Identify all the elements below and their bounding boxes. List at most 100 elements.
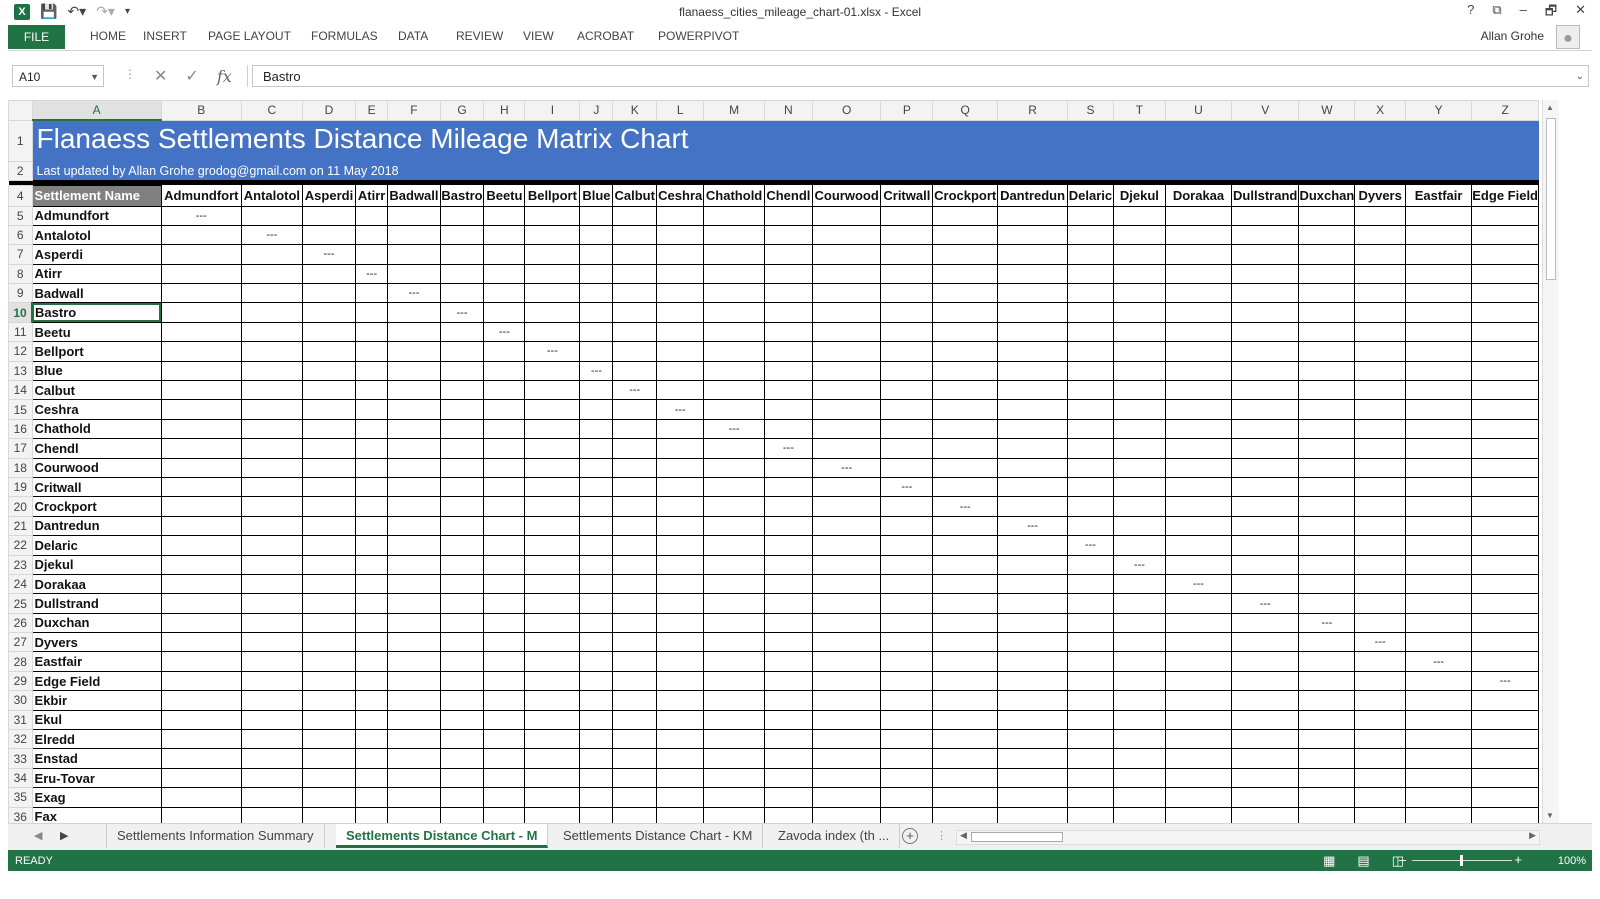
distance-cell[interactable]	[440, 264, 485, 285]
distance-cell[interactable]	[1231, 807, 1300, 823]
distance-cell[interactable]	[1113, 535, 1167, 556]
distance-cell[interactable]	[1165, 438, 1232, 459]
distance-cell[interactable]	[656, 496, 705, 517]
distance-cell[interactable]	[1298, 671, 1356, 692]
customize-qat-icon[interactable]: ▾	[125, 6, 130, 17]
distance-cell[interactable]	[161, 632, 242, 653]
distance-cell[interactable]	[932, 264, 999, 285]
settlement-row-name[interactable]: Chendl	[32, 438, 162, 459]
column-name-2[interactable]: Antalotol	[241, 185, 303, 207]
distance-cell[interactable]	[241, 574, 303, 595]
diagonal-cell[interactable]: ---	[355, 264, 389, 285]
row-header-26[interactable]: 26	[8, 612, 33, 634]
distance-cell[interactable]	[812, 807, 882, 823]
settlement-name-header[interactable]: Settlement Name	[31, 184, 162, 207]
distance-cell[interactable]	[1113, 458, 1167, 478]
distance-cell[interactable]	[656, 438, 705, 459]
distance-cell[interactable]	[1067, 710, 1114, 731]
formula-input[interactable]: Bastro ⌄	[252, 65, 1589, 87]
row-header-34[interactable]: 34	[8, 767, 33, 789]
distance-cell[interactable]	[1354, 768, 1406, 789]
distance-cell[interactable]	[656, 419, 705, 440]
column-name-11[interactable]: Ceshra	[656, 185, 705, 207]
distance-cell[interactable]	[387, 787, 441, 808]
row-header-17[interactable]: 17	[8, 438, 33, 459]
distance-cell[interactable]	[524, 225, 581, 246]
distance-cell[interactable]	[1165, 341, 1232, 362]
insert-function-icon[interactable]: fx	[217, 67, 232, 86]
distance-cell[interactable]	[880, 322, 934, 343]
distance-cell[interactable]	[997, 729, 1069, 750]
distance-cell[interactable]	[703, 302, 765, 323]
distance-cell[interactable]	[524, 787, 581, 808]
distance-cell[interactable]	[812, 322, 882, 343]
distance-cell[interactable]	[302, 380, 357, 401]
distance-cell[interactable]	[1405, 438, 1473, 459]
distance-cell[interactable]	[1231, 361, 1300, 382]
distance-cell[interactable]	[440, 593, 485, 614]
distance-cell[interactable]	[1165, 322, 1232, 343]
settlement-row-name[interactable]: Bellport	[32, 341, 162, 362]
distance-cell[interactable]	[241, 341, 303, 362]
distance-cell[interactable]	[1471, 341, 1539, 362]
distance-cell[interactable]	[241, 244, 303, 265]
diagonal-cell[interactable]: ---	[932, 496, 999, 517]
distance-cell[interactable]	[1405, 419, 1473, 440]
distance-cell[interactable]	[1231, 438, 1300, 459]
distance-cell[interactable]	[997, 574, 1069, 595]
distance-cell[interactable]	[1067, 283, 1114, 304]
distance-cell[interactable]	[1471, 302, 1539, 323]
horizontal-scrollbar[interactable]: ◀ ▶	[956, 830, 1540, 845]
distance-cell[interactable]	[1298, 225, 1356, 246]
distance-cell[interactable]	[764, 748, 814, 769]
distance-cell[interactable]	[997, 671, 1069, 692]
distance-cell[interactable]	[355, 651, 389, 672]
distance-cell[interactable]	[656, 477, 705, 498]
expand-formula-icon[interactable]: ⌄	[1576, 66, 1584, 88]
distance-cell[interactable]	[1298, 729, 1356, 750]
column-header-q[interactable]: Q	[932, 100, 999, 121]
distance-cell[interactable]	[1471, 729, 1539, 750]
diagonal-cell[interactable]: ---	[1354, 632, 1406, 653]
distance-cell[interactable]	[1231, 535, 1300, 556]
diagonal-cell[interactable]: ---	[703, 419, 765, 440]
column-header-y[interactable]: Y	[1404, 100, 1473, 121]
distance-cell[interactable]	[1354, 302, 1406, 323]
distance-cell[interactable]	[1067, 264, 1114, 285]
settlement-row-name[interactable]: Admundfort	[32, 206, 162, 226]
distance-cell[interactable]	[302, 302, 357, 323]
distance-cell[interactable]	[880, 613, 934, 634]
column-name-17[interactable]: Dantredun	[997, 185, 1069, 207]
distance-cell[interactable]	[241, 361, 303, 382]
distance-cell[interactable]	[1298, 710, 1356, 731]
distance-cell[interactable]	[1405, 283, 1473, 304]
row-header-5[interactable]: 5	[8, 205, 33, 226]
distance-cell[interactable]	[241, 768, 303, 789]
distance-cell[interactable]	[612, 574, 657, 595]
column-header-o[interactable]: O	[812, 100, 882, 121]
distance-cell[interactable]	[703, 787, 765, 808]
distance-cell[interactable]	[932, 244, 999, 265]
distance-cell[interactable]	[1113, 341, 1167, 362]
distance-cell[interactable]	[1067, 419, 1114, 440]
distance-cell[interactable]	[241, 458, 303, 478]
row-header-18[interactable]: 18	[8, 457, 33, 478]
distance-cell[interactable]	[302, 768, 357, 789]
distance-cell[interactable]	[1471, 361, 1539, 382]
distance-cell[interactable]	[1165, 690, 1232, 711]
distance-cell[interactable]	[1298, 264, 1356, 285]
distance-cell[interactable]	[579, 593, 614, 614]
distance-cell[interactable]	[1067, 632, 1114, 653]
column-header-e[interactable]: E	[355, 100, 389, 121]
distance-cell[interactable]	[1113, 361, 1167, 382]
distance-cell[interactable]	[161, 574, 242, 595]
distance-cell[interactable]	[812, 477, 882, 498]
column-header-m[interactable]: M	[703, 100, 765, 121]
distance-cell[interactable]	[1405, 399, 1473, 420]
distance-cell[interactable]	[1298, 690, 1356, 711]
distance-cell[interactable]	[656, 535, 705, 556]
distance-cell[interactable]	[161, 283, 242, 304]
distance-cell[interactable]	[1405, 477, 1473, 498]
distance-cell[interactable]	[440, 710, 485, 731]
distance-cell[interactable]	[1165, 807, 1232, 823]
